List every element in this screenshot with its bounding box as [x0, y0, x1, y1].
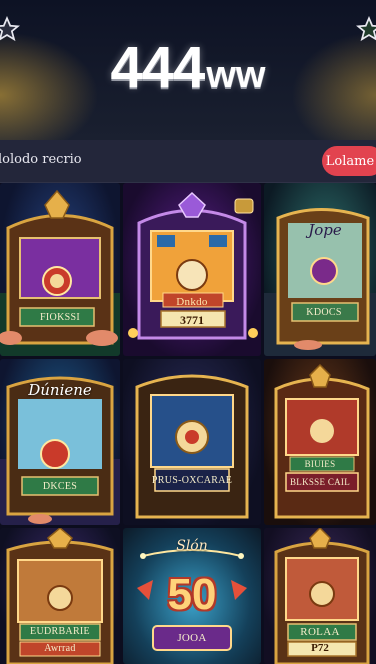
slot-machine-art [128, 191, 258, 340]
tile-title: Dúniene [28, 381, 92, 399]
lolame-button[interactable]: Lolame [322, 146, 376, 176]
slot-machine-art [264, 208, 376, 356]
app-header: 444ww [0, 0, 376, 140]
tile-label: Dnkdo [176, 296, 208, 308]
slot-machine-art [274, 363, 370, 519]
tile-sublabel: BLKSSE CAIL [289, 477, 351, 487]
tile-number: P72 [311, 642, 329, 654]
tile-label: DKCES [42, 481, 78, 492]
tile-title: Jope [308, 221, 342, 239]
category-label: lolodo recrio [0, 152, 82, 167]
tile-label: FIOKSSI [40, 312, 80, 323]
tile-label: PRUS-OXCARAE [151, 475, 233, 486]
tile-big-number: 50 [167, 570, 217, 619]
game-grid: FIOKSSI Dnkdo 3771 Jope KDOCS Dúniene DK… [0, 183, 376, 664]
game-tile[interactable]: BIUIES BLKSSE CAIL [264, 359, 376, 525]
game-tile[interactable]: Slón 50 JOOA [123, 528, 261, 664]
tile-label: KDOCS [306, 307, 342, 318]
game-tile[interactable]: ROLAA P72 [264, 528, 376, 664]
category-bar: lolodo recrio Lolame [0, 140, 376, 183]
tile-label: BIUIES [304, 459, 336, 469]
game-tile[interactable]: EUDRBARIE Awrrad [0, 528, 120, 664]
tile-number: 3771 [180, 313, 204, 327]
tile-label: JOOA [177, 632, 207, 644]
game-tile[interactable]: FIOKSSI [0, 183, 120, 356]
game-tile[interactable]: Dúniene DKCES [0, 359, 120, 525]
game-tile[interactable]: Jope KDOCS [264, 183, 376, 356]
app-logo: 444ww [0, 34, 376, 101]
logo-number: 444 [110, 35, 206, 100]
tile-label: ROLAA [300, 626, 340, 638]
game-tile[interactable]: PRUS-OXCARAE [123, 359, 261, 525]
logo-suffix: ww [206, 54, 266, 96]
slot-machine-art [0, 189, 120, 356]
tile-title: Slón [176, 538, 208, 554]
game-tile[interactable]: Dnkdo 3771 [123, 183, 261, 356]
slot-machine-art [135, 374, 249, 519]
tile-sublabel: Awrrad [44, 643, 76, 654]
tile-label: EUDRBARIE [30, 626, 90, 637]
